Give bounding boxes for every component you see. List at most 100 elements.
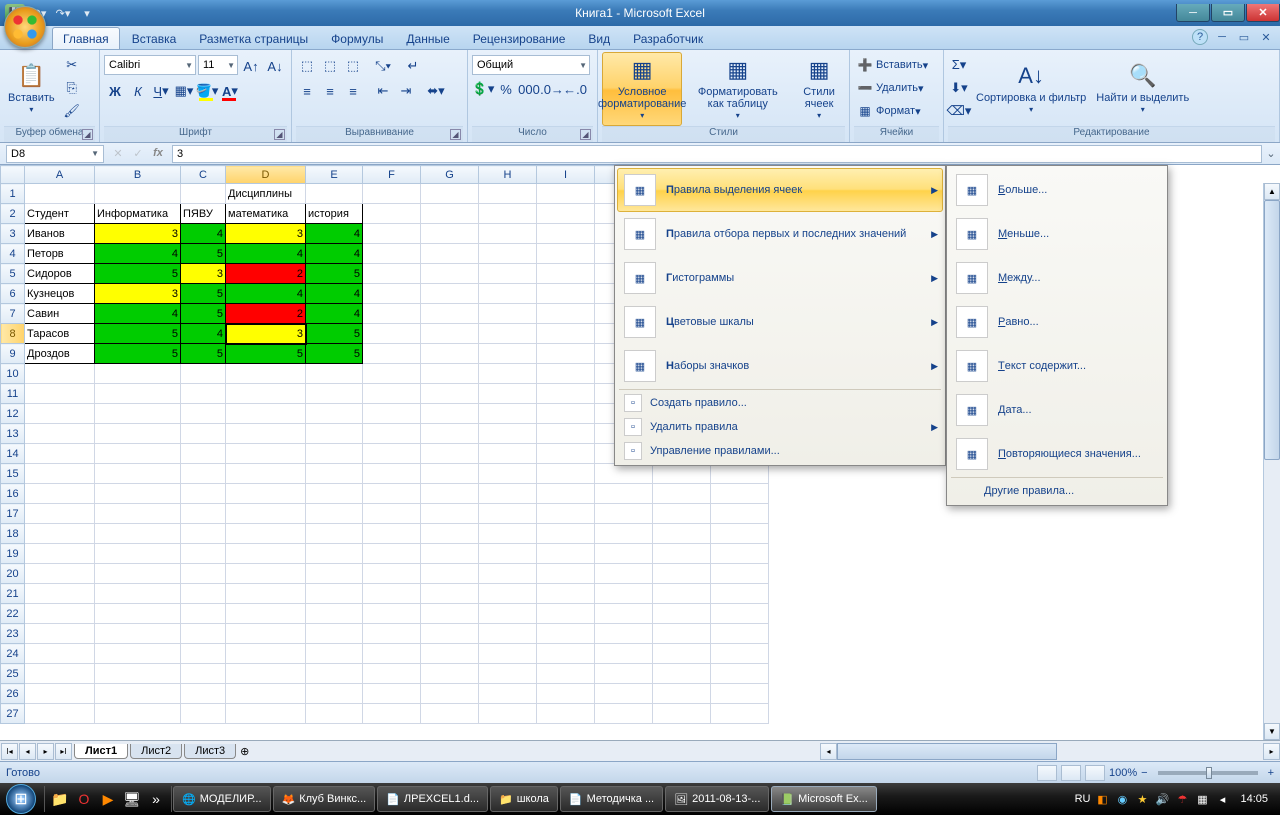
cell[interactable] — [421, 464, 479, 484]
inc-decimal-icon[interactable]: .0→ — [541, 78, 563, 100]
tray-av-icon[interactable]: ☂ — [1174, 791, 1190, 807]
zoom-level[interactable]: 100% — [1109, 767, 1137, 779]
cell[interactable]: Дисциплины — [226, 184, 306, 204]
taskbar-item[interactable]: 🦊Клуб Винкс... — [273, 786, 376, 812]
cell[interactable] — [363, 264, 421, 284]
col-header[interactable]: A — [25, 166, 95, 184]
cell[interactable] — [595, 544, 653, 564]
cell[interactable] — [363, 564, 421, 584]
qat-redo[interactable]: ↷▾ — [53, 4, 73, 22]
cell[interactable] — [95, 484, 181, 504]
menu-item[interactable]: ▫Создать правило... — [617, 391, 943, 415]
tray-icon[interactable]: ◉ — [1114, 791, 1130, 807]
cell[interactable] — [181, 424, 226, 444]
menu-item[interactable]: ▦Правила отбора первых и последних значе… — [617, 212, 943, 256]
row-header[interactable]: 13 — [1, 424, 25, 444]
cell[interactable] — [421, 584, 479, 604]
cell[interactable] — [537, 424, 595, 444]
cell[interactable]: 5 — [181, 284, 226, 304]
orientation-icon[interactable]: ⤡▾ — [372, 55, 394, 77]
cell[interactable] — [537, 264, 595, 284]
submenu-item[interactable]: ▦Повторяющиеся значения... — [949, 432, 1165, 476]
cell[interactable] — [479, 464, 537, 484]
cell[interactable] — [95, 524, 181, 544]
cell[interactable] — [421, 664, 479, 684]
cell[interactable] — [421, 284, 479, 304]
cell[interactable] — [421, 264, 479, 284]
merge-icon[interactable]: ⬌▾ — [425, 80, 447, 102]
cell[interactable] — [479, 624, 537, 644]
spreadsheet-grid[interactable]: ABCDEFGHIQRS1Дисциплины2СтудентИнформати… — [0, 165, 1280, 740]
cell[interactable] — [25, 684, 95, 704]
cell[interactable] — [306, 364, 363, 384]
format-painter-icon[interactable]: 🖌 — [61, 100, 83, 122]
indent-inc-icon[interactable]: ⇥ — [395, 80, 417, 102]
grow-font-icon[interactable]: A↑ — [240, 55, 262, 77]
align-bottom-icon[interactable]: ⬚ — [342, 55, 364, 77]
cell[interactable]: 3 — [226, 324, 306, 344]
cell[interactable] — [95, 604, 181, 624]
cell[interactable] — [711, 524, 769, 544]
cell[interactable] — [421, 364, 479, 384]
cell[interactable]: 3 — [95, 284, 181, 304]
cell[interactable] — [25, 364, 95, 384]
cell[interactable] — [479, 264, 537, 284]
cell[interactable] — [537, 344, 595, 364]
ql-explorer-icon[interactable]: 📁 — [49, 788, 71, 810]
row-header[interactable]: 7 — [1, 304, 25, 324]
cell[interactable] — [226, 424, 306, 444]
cell[interactable]: Тарасов — [25, 324, 95, 344]
cell[interactable] — [421, 324, 479, 344]
cell[interactable] — [711, 644, 769, 664]
cell[interactable]: 5 — [181, 304, 226, 324]
row-header[interactable]: 20 — [1, 564, 25, 584]
cell[interactable] — [95, 644, 181, 664]
cell[interactable] — [479, 344, 537, 364]
cell[interactable] — [306, 184, 363, 204]
col-header[interactable]: C — [181, 166, 226, 184]
cell[interactable] — [306, 704, 363, 724]
cell[interactable] — [537, 384, 595, 404]
cell[interactable]: 4 — [95, 244, 181, 264]
cell[interactable] — [181, 584, 226, 604]
cell[interactable] — [95, 664, 181, 684]
cell[interactable] — [95, 424, 181, 444]
cell[interactable] — [479, 524, 537, 544]
cell[interactable] — [181, 544, 226, 564]
menu-item[interactable]: ▦Цветовые шкалы▶ — [617, 300, 943, 344]
col-header[interactable]: I — [537, 166, 595, 184]
cell[interactable] — [181, 404, 226, 424]
cell[interactable] — [595, 504, 653, 524]
menu-item[interactable]: ▦Гистограммы▶ — [617, 256, 943, 300]
horizontal-scrollbar[interactable]: ◂▸ — [820, 743, 1280, 760]
cell[interactable] — [711, 604, 769, 624]
cell[interactable]: 2 — [226, 264, 306, 284]
submenu-item[interactable]: ▦Текст содержит... — [949, 344, 1165, 388]
ribbon-tab[interactable]: Главная — [52, 27, 120, 49]
font-color-icon[interactable]: A▾ — [219, 80, 241, 102]
sheet-nav-first[interactable]: I◂ — [1, 743, 18, 760]
cell[interactable] — [479, 204, 537, 224]
row-header[interactable]: 11 — [1, 384, 25, 404]
cell[interactable] — [181, 704, 226, 724]
cell[interactable] — [479, 324, 537, 344]
cell[interactable] — [181, 444, 226, 464]
cell[interactable] — [711, 684, 769, 704]
cell[interactable]: 4 — [181, 224, 226, 244]
ql-more-icon[interactable]: » — [145, 788, 167, 810]
cell[interactable] — [226, 704, 306, 724]
cell[interactable] — [226, 564, 306, 584]
help-icon[interactable]: ? — [1192, 29, 1208, 45]
cell[interactable] — [25, 664, 95, 684]
cell[interactable] — [537, 464, 595, 484]
cell[interactable] — [479, 564, 537, 584]
row-header[interactable]: 1 — [1, 184, 25, 204]
cell[interactable] — [653, 664, 711, 684]
cell[interactable] — [95, 684, 181, 704]
row-header[interactable]: 21 — [1, 584, 25, 604]
cell[interactable] — [363, 244, 421, 264]
submenu-item[interactable]: ▦Дата... — [949, 388, 1165, 432]
wrap-text-icon[interactable]: ↵ — [402, 55, 424, 77]
cell[interactable]: Петорв — [25, 244, 95, 264]
cell[interactable] — [25, 404, 95, 424]
